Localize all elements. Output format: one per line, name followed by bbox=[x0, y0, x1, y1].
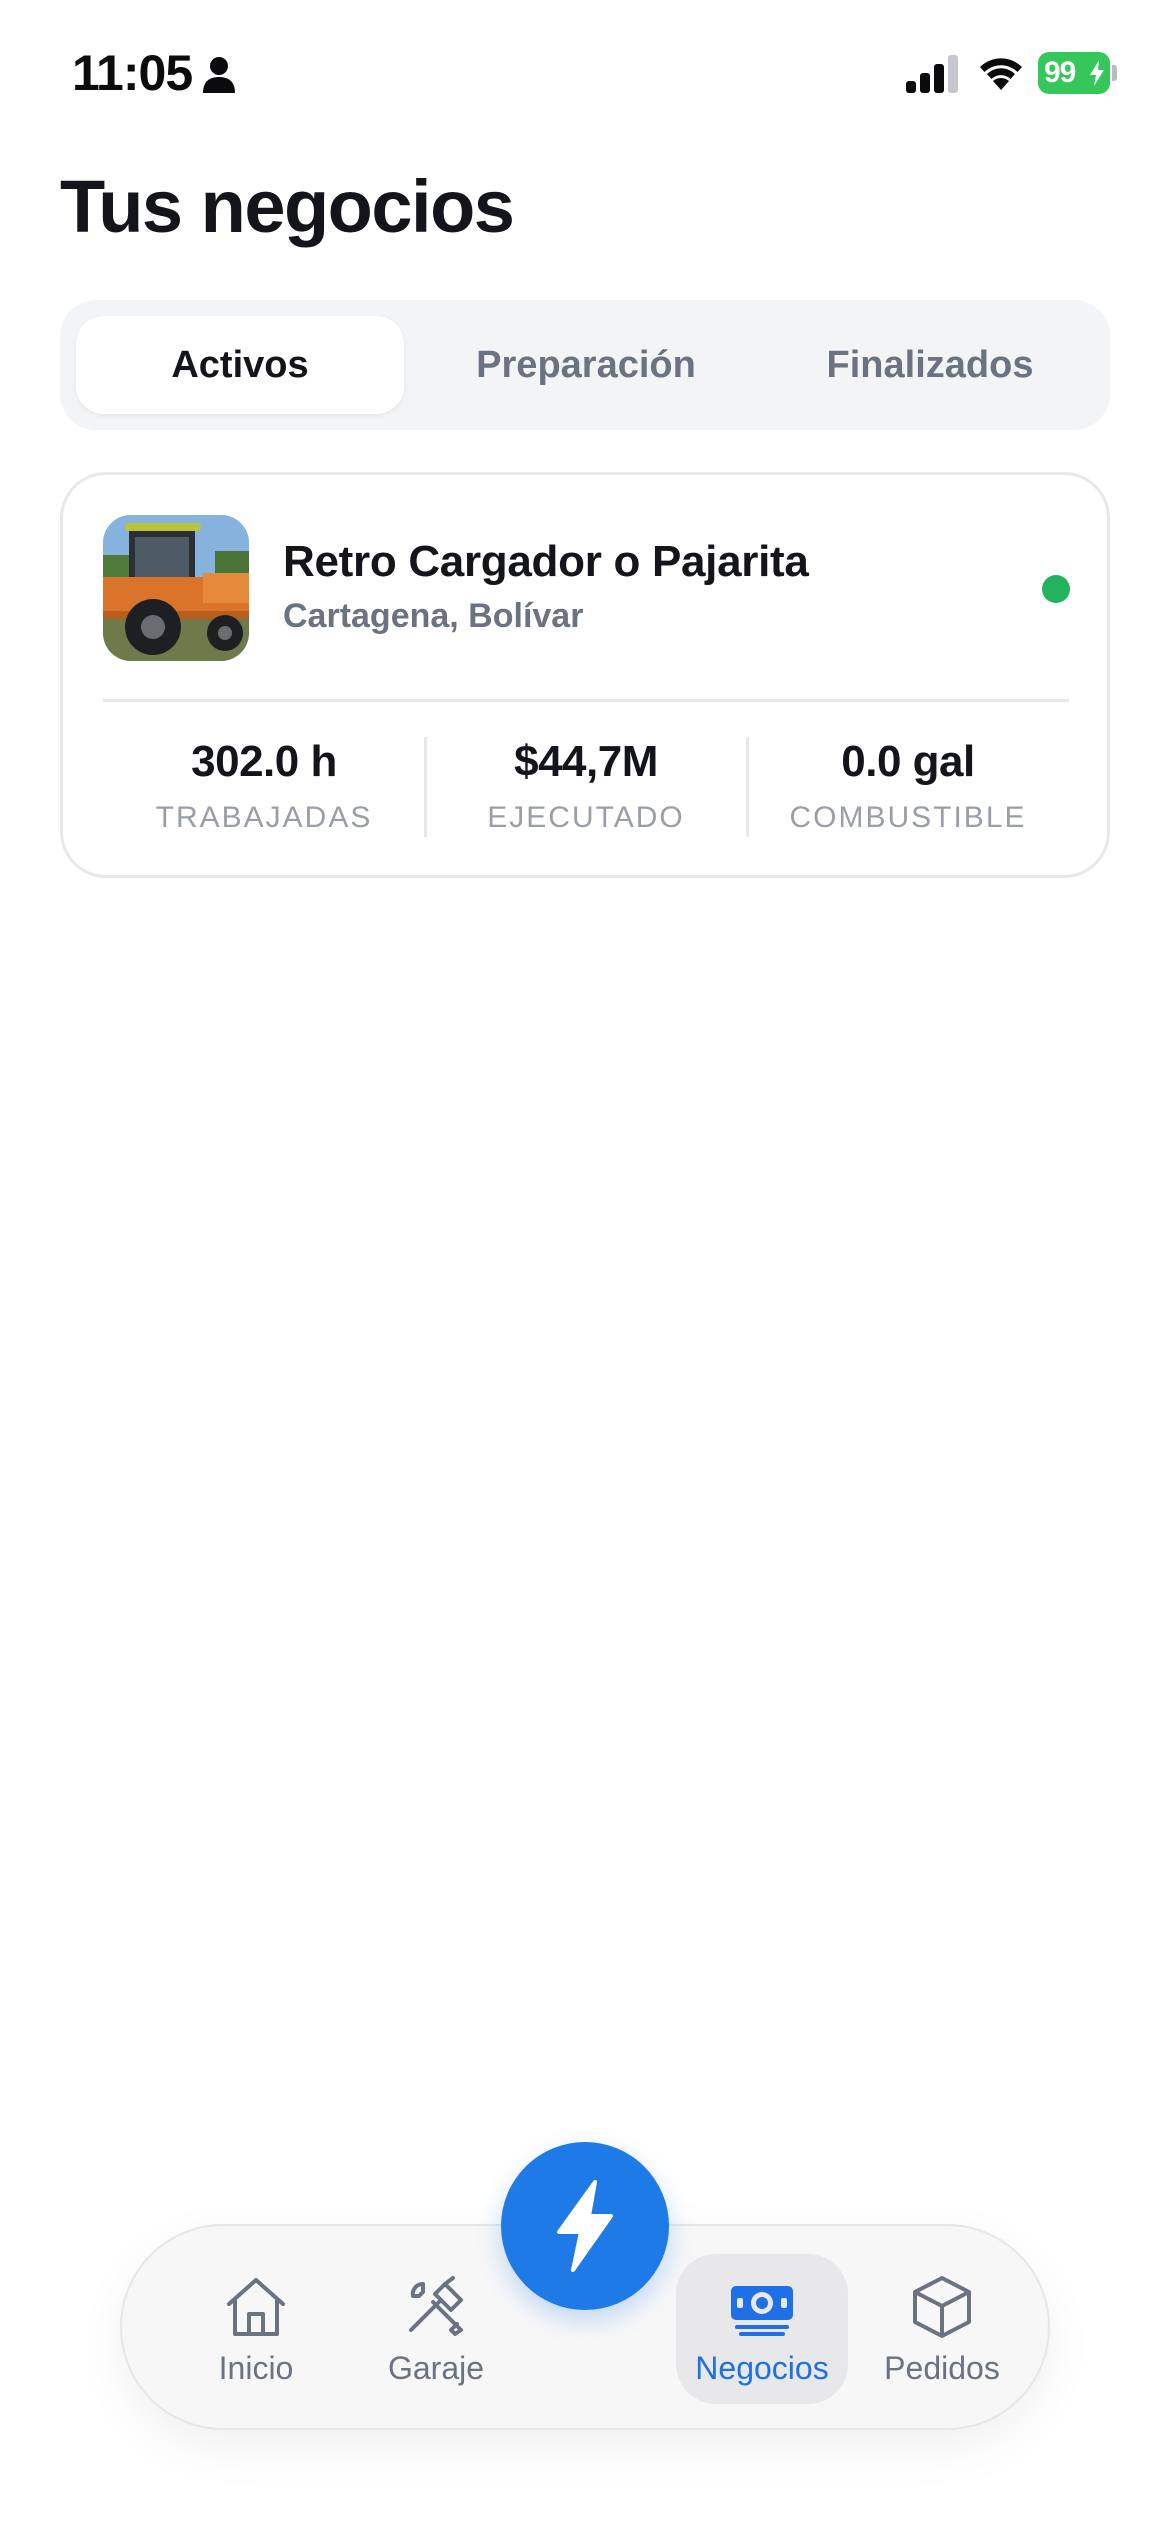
stat-value: 0.0 gal bbox=[841, 737, 975, 786]
business-card[interactable]: Retro Cargador o Pajarita Cartagena, Bol… bbox=[60, 472, 1110, 878]
charging-bolt-icon bbox=[1090, 60, 1104, 86]
business-location: Cartagena, Bolívar bbox=[283, 597, 584, 635]
stat-fuel: 0.0 gal COMBUSTIBLE bbox=[747, 737, 1069, 835]
battery-cap bbox=[1112, 65, 1117, 81]
nav-item-garaje[interactable]: Garaje bbox=[350, 2254, 522, 2404]
battery-indicator: 99 bbox=[1038, 52, 1110, 94]
tools-icon bbox=[409, 2275, 463, 2336]
nav-item-negocios[interactable]: Negocios bbox=[676, 2254, 848, 2404]
backhoe-image bbox=[103, 515, 249, 661]
screen: 11:05 99 Tus negocios Activos Preparació… bbox=[0, 0, 1170, 2532]
nav-label: Negocios bbox=[695, 2349, 829, 2386]
status-bar: 11:05 99 bbox=[0, 0, 1170, 150]
stat-label: TRABAJADAS bbox=[155, 801, 373, 834]
box-icon bbox=[913, 2275, 971, 2338]
page-title: Tus negocios bbox=[60, 165, 515, 248]
quick-action-button[interactable] bbox=[501, 2142, 669, 2310]
home-icon bbox=[227, 2277, 285, 2336]
active-status-dot bbox=[1042, 575, 1070, 603]
lightning-icon bbox=[557, 2180, 613, 2272]
stat-executed: $44,7M EJECUTADO bbox=[425, 737, 747, 835]
battery-level: 99 bbox=[1044, 56, 1076, 89]
tab-finalizados[interactable]: Finalizados bbox=[766, 316, 1094, 414]
tab-preparacion[interactable]: Preparación bbox=[422, 316, 750, 414]
nav-label: Pedidos bbox=[884, 2349, 1000, 2386]
person-icon bbox=[203, 57, 235, 93]
money-icon bbox=[731, 2285, 793, 2336]
stat-value: 302.0 h bbox=[191, 737, 337, 786]
nav-label: Inicio bbox=[218, 2349, 294, 2386]
stat-label: EJECUTADO bbox=[487, 801, 685, 834]
stat-value: $44,7M bbox=[514, 737, 658, 786]
tab-activos[interactable]: Activos bbox=[76, 316, 404, 414]
card-divider bbox=[103, 699, 1069, 702]
business-name: Retro Cargador o Pajarita bbox=[283, 537, 809, 586]
segmented-tabs: Activos Preparación Finalizados bbox=[60, 300, 1110, 430]
stat-hours: 302.0 h TRABAJADAS bbox=[103, 737, 425, 835]
nav-item-pedidos[interactable]: Pedidos bbox=[856, 2254, 1028, 2404]
nav-item-inicio[interactable]: Inicio bbox=[170, 2254, 342, 2404]
signal-icon bbox=[906, 55, 958, 93]
wifi-icon bbox=[980, 58, 1022, 90]
machine-thumbnail bbox=[103, 515, 249, 661]
nav-label: Garaje bbox=[387, 2349, 485, 2386]
status-time: 11:05 bbox=[72, 45, 193, 101]
stat-label: COMBUSTIBLE bbox=[789, 801, 1027, 834]
